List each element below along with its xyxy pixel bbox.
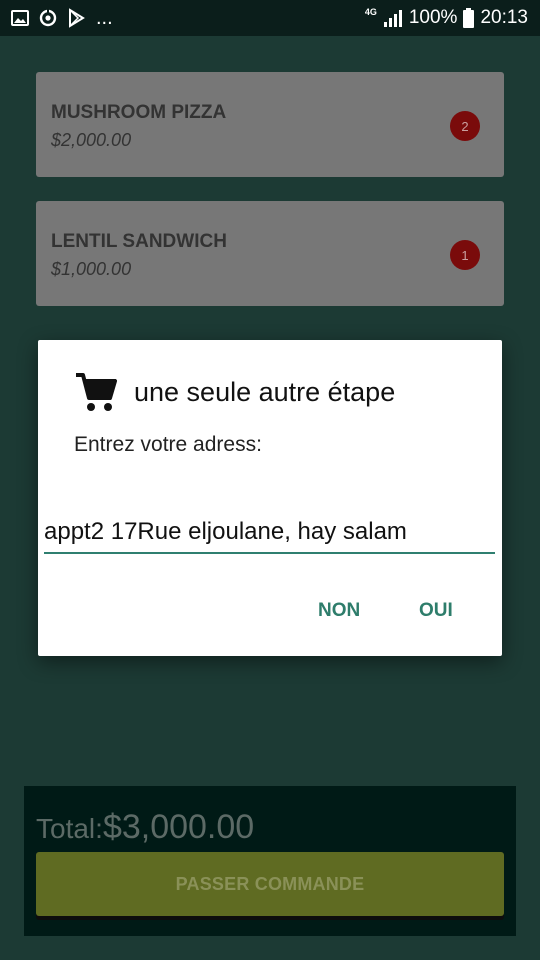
total-label: Total:	[36, 813, 103, 844]
dialog-title: une seule autre étape	[134, 376, 396, 407]
image-icon	[11, 10, 29, 26]
dialog-message: Entrez votre adress:	[74, 433, 262, 456]
more-notifications-text: ...	[96, 7, 113, 29]
confirm-button[interactable]: OUI	[419, 600, 453, 622]
place-order-button[interactable]: PASSER COMMANDE	[36, 852, 504, 916]
dialog-header: une seule autre étape	[74, 370, 395, 414]
cart-item-card[interactable]: MUSHROOM PIZZA $2,000.00 2	[36, 72, 504, 177]
sync-icon	[39, 9, 57, 27]
address-dialog: une seule autre étape Entrez votre adres…	[38, 340, 502, 656]
quantity-badge: 1	[450, 240, 480, 270]
status-bar: ... 4G 100% 20:13	[0, 0, 540, 36]
battery-percent: 100%	[408, 7, 458, 28]
total-value: $3,000.00	[102, 808, 255, 846]
notification-icons: ...	[10, 8, 113, 28]
item-name: LENTIL SANDWICH	[51, 231, 227, 252]
clock: 20:13	[480, 7, 528, 28]
address-input[interactable]	[44, 518, 495, 554]
signal-icon	[383, 10, 402, 27]
cancel-button[interactable]: NON	[318, 600, 360, 622]
quantity-badge: 2	[450, 111, 480, 141]
cart-footer: Total: $3,000.00 PASSER COMMANDE	[24, 786, 516, 936]
system-status: 4G 100% 20:13	[365, 7, 528, 29]
cart-item-card[interactable]: LENTIL SANDWICH $1,000.00 1	[36, 201, 504, 306]
play-store-icon	[69, 8, 85, 28]
item-price: $1,000.00	[51, 259, 132, 279]
item-price: $2,000.00	[51, 130, 132, 150]
item-name: MUSHROOM PIZZA	[51, 102, 227, 123]
network-type: 4G	[364, 7, 377, 17]
battery-icon	[463, 8, 475, 28]
shopping-cart-icon	[76, 373, 117, 411]
total-row: Total: $3,000.00	[36, 808, 254, 847]
